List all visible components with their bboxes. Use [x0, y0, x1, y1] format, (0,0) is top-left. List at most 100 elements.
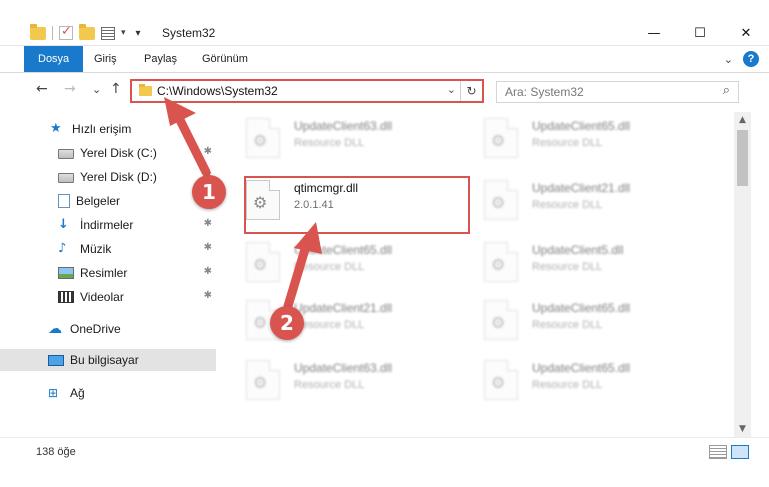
this-pc-icon: [48, 354, 64, 366]
folder-icon[interactable]: [30, 23, 46, 40]
file-tile[interactable]: ⚙ UpdateClient5.dll Resource DLL: [484, 236, 714, 292]
chevron-down-icon[interactable]: ▾: [121, 28, 126, 38]
file-tile[interactable]: ⚙ UpdateClient63.dll Resource DLL: [246, 112, 476, 168]
window-title: System32: [162, 26, 216, 40]
sidebar-item-onedrive[interactable]: ☁ OneDrive: [0, 318, 216, 340]
dll-file-icon: ⚙: [484, 180, 518, 220]
file-tile[interactable]: ⚙ UpdateClient65.dll Resource DLL: [484, 354, 714, 410]
sidebar-item-this-pc[interactable]: Bu bilgisayar: [0, 349, 216, 371]
status-bar: 138 öğe: [0, 437, 769, 465]
onedrive-icon: ☁: [48, 321, 62, 337]
drive-icon: [58, 149, 74, 159]
properties-check-icon[interactable]: [59, 24, 73, 40]
search-input[interactable]: [505, 82, 715, 102]
title-bar: ▾ ▾ System32 — ☐ ✕: [0, 0, 769, 46]
sidebar-item-local-disk-d[interactable]: Yerel Disk (D:) ✱: [0, 166, 216, 188]
item-count: 138 öğe: [36, 446, 76, 458]
sidebar-item-music[interactable]: ♪ Müzik ✱: [0, 238, 216, 260]
vertical-scrollbar[interactable]: ▲ ▼: [734, 112, 751, 437]
file-tile[interactable]: ⚙ UpdateClient65.dll Resource DLL: [484, 294, 714, 350]
sidebar-item-videos[interactable]: Videolar ✱: [0, 286, 216, 308]
file-detail: Resource DLL: [294, 261, 365, 273]
documents-icon: [58, 194, 70, 208]
folder-icon: [139, 84, 152, 96]
maximize-button[interactable]: ☐: [677, 18, 723, 48]
forward-button[interactable]: →: [64, 81, 76, 97]
sidebar-item-pictures[interactable]: Resimler ✱: [0, 262, 216, 284]
sidebar-item-label: Belgeler: [76, 194, 121, 208]
file-detail: Resource DLL: [294, 137, 365, 149]
sidebar-item-label: OneDrive: [70, 322, 121, 336]
back-button[interactable]: ←: [36, 81, 48, 97]
sidebar-item-label: Ağ: [70, 386, 85, 400]
sidebar-item-label: Videolar: [80, 290, 124, 304]
recent-locations-button[interactable]: ⌄: [92, 83, 101, 96]
dll-file-icon: ⚙: [246, 242, 280, 282]
dll-file-icon: ⚙: [484, 242, 518, 282]
window-controls: — ☐ ✕: [631, 18, 769, 48]
scrollbar-thumb[interactable]: [737, 130, 748, 186]
sidebar-item-label: Yerel Disk (C:): [80, 146, 157, 160]
tiles-view-icon[interactable]: [731, 445, 749, 459]
tab-file[interactable]: Dosya: [24, 46, 84, 72]
file-detail: Resource DLL: [532, 199, 603, 211]
address-bar[interactable]: C:\Windows\System32 ⌄ ↻: [130, 79, 484, 103]
scroll-down-icon[interactable]: ▼: [734, 421, 751, 437]
address-path[interactable]: C:\Windows\System32: [157, 84, 278, 98]
sidebar-item-downloads[interactable]: ↓ İndirmeler ✱: [0, 214, 216, 236]
toolbar-divider: [52, 26, 53, 40]
file-name: UpdateClient65.dll: [532, 301, 631, 315]
navigation-pane: ★ Hızlı erişim Yerel Disk (C:) ✱ Yerel D…: [0, 112, 222, 437]
file-name: UpdateClient21.dll: [532, 181, 631, 195]
file-name: UpdateClient65.dll: [532, 361, 631, 375]
sidebar-item-label: Bu bilgisayar: [70, 353, 139, 367]
drive-icon: [58, 173, 74, 183]
address-dropdown-icon[interactable]: ⌄: [447, 83, 456, 96]
file-tile[interactable]: ⚙ UpdateClient65.dll Resource DLL: [484, 112, 714, 168]
customize-toolbar-icon[interactable]: ▾: [136, 28, 141, 39]
file-detail: Resource DLL: [532, 379, 603, 391]
pin-icon[interactable]: ✱: [204, 242, 212, 253]
view-properties-icon[interactable]: [101, 26, 115, 40]
file-tile[interactable]: ⚙ UpdateClient21.dll Resource DLL: [484, 174, 714, 230]
search-icon[interactable]: ⌕: [723, 83, 730, 98]
pin-icon[interactable]: ✱: [204, 266, 212, 277]
details-view-icon[interactable]: [709, 445, 727, 459]
sidebar-item-label: Resimler: [80, 266, 128, 280]
refresh-button[interactable]: ↻: [460, 81, 482, 101]
new-folder-icon[interactable]: [79, 23, 95, 40]
dll-file-icon: ⚙: [246, 360, 280, 400]
pin-icon[interactable]: ✱: [204, 146, 212, 157]
file-tile[interactable]: ⚙ UpdateClient63.dll Resource DLL: [246, 354, 476, 410]
sidebar-item-documents[interactable]: Belgeler ✱: [0, 190, 216, 212]
scroll-up-icon[interactable]: ▲: [734, 112, 751, 128]
dll-file-icon: ⚙: [246, 118, 280, 158]
star-icon: ★: [50, 121, 62, 136]
help-icon[interactable]: ?: [743, 51, 759, 67]
file-detail: Resource DLL: [294, 379, 365, 391]
sidebar-item-quick-access[interactable]: ★ Hızlı erişim: [0, 118, 216, 140]
file-tile[interactable]: ⚙ UpdateClient65.dll Resource DLL: [246, 236, 476, 292]
file-name: UpdateClient65.dll: [294, 243, 393, 257]
sidebar-item-label: İndirmeler: [80, 218, 134, 232]
expand-ribbon-icon[interactable]: ⌄: [724, 53, 733, 66]
close-button[interactable]: ✕: [723, 18, 769, 48]
file-name: UpdateClient63.dll: [294, 361, 393, 375]
file-detail: Resource DLL: [532, 261, 603, 273]
sidebar-item-network[interactable]: ⊞ Ağ: [0, 382, 216, 404]
minimize-button[interactable]: —: [631, 18, 677, 48]
tab-view[interactable]: Görünüm: [192, 46, 258, 72]
tab-home[interactable]: Giriş: [84, 46, 127, 72]
tab-share[interactable]: Paylaş: [134, 46, 187, 72]
dll-file-icon: ⚙: [484, 118, 518, 158]
view-switcher: [709, 445, 749, 459]
sidebar-item-local-disk-c[interactable]: Yerel Disk (C:) ✱: [0, 142, 216, 164]
sidebar-item-label: Müzik: [80, 242, 112, 256]
file-detail: Resource DLL: [532, 319, 603, 331]
pin-icon[interactable]: ✱: [204, 290, 212, 301]
up-button[interactable]: ↑: [110, 81, 122, 97]
dll-file-icon: ⚙: [484, 360, 518, 400]
pictures-icon: [58, 267, 74, 279]
pin-icon[interactable]: ✱: [204, 218, 212, 229]
search-box[interactable]: ⌕: [496, 81, 739, 103]
